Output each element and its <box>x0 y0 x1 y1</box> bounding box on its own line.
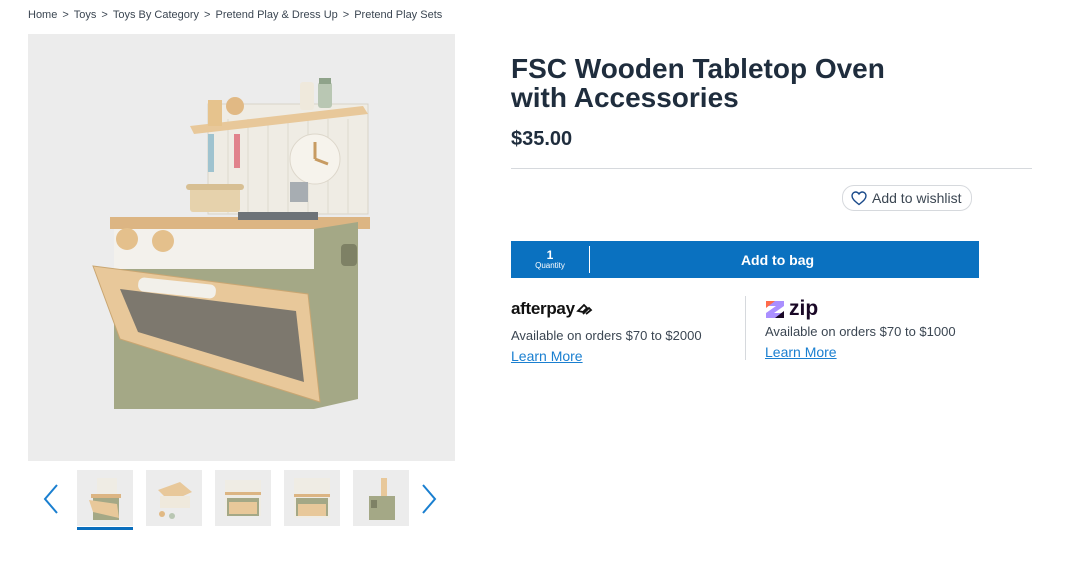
thumbnail-2[interactable] <box>146 470 202 526</box>
afterpay-arrows-icon <box>575 303 593 315</box>
quantity-value: 1 <box>546 247 554 262</box>
add-to-wishlist-button[interactable]: Add to wishlist <box>842 185 973 211</box>
afterpay-section: afterpay Available on orders $70 to $200… <box>511 296 741 366</box>
afterpay-logo: afterpay <box>511 296 741 322</box>
thumbnail-5[interactable] <box>353 470 409 526</box>
zip-logo: zip <box>765 296 995 322</box>
divider <box>511 168 1032 169</box>
zip-section: zip Available on orders $70 to $1000 Lea… <box>765 296 995 362</box>
breadcrumb-pretend-play-dress-up[interactable]: Pretend Play & Dress Up <box>215 9 337 21</box>
add-to-bag-bar: 1 Quantity Add to bag <box>511 241 979 278</box>
breadcrumb-separator: > <box>204 9 211 21</box>
zip-mark-icon <box>766 301 784 318</box>
breadcrumb-home[interactable]: Home <box>28 9 57 21</box>
toy-oven-illustration <box>92 78 370 409</box>
breadcrumb-separator: > <box>101 9 108 21</box>
active-thumbnail-indicator <box>77 527 133 530</box>
payment-divider <box>745 296 746 360</box>
add-to-bag-button[interactable]: Add to bag <box>590 241 979 278</box>
breadcrumb-toys[interactable]: Toys <box>74 9 97 21</box>
product-price: $35.00 <box>511 128 573 150</box>
quantity-selector[interactable]: 1 Quantity <box>511 241 589 278</box>
breadcrumb-separator: > <box>342 9 350 21</box>
quantity-label: Quantity <box>535 260 565 270</box>
zip-brand: zip <box>789 297 819 320</box>
thumbnail-image <box>77 470 133 526</box>
afterpay-learn-more-link[interactable]: Learn More <box>511 348 583 364</box>
zip-learn-more-link[interactable]: Learn More <box>765 344 837 360</box>
product-main-image[interactable] <box>28 34 455 461</box>
breadcrumb-separator: > <box>62 9 69 21</box>
afterpay-brand: afterpay <box>511 299 575 318</box>
breadcrumb-pretend-play-sets[interactable]: Pretend Play Sets <box>354 9 442 21</box>
breadcrumb: Home > Toys > Toys By Category > Pretend… <box>28 9 442 21</box>
breadcrumb-toys-by-category[interactable]: Toys By Category <box>113 9 199 21</box>
wishlist-label: Add to wishlist <box>872 190 962 206</box>
product-title: FSC Wooden Tabletop Oven with Accessorie… <box>511 53 885 113</box>
thumbnail-4[interactable] <box>284 470 340 526</box>
heart-icon <box>851 190 867 206</box>
thumbnail-gallery <box>28 470 455 532</box>
chevron-left-icon[interactable] <box>40 482 62 516</box>
zip-availability: Available on orders $70 to $1000 <box>765 324 956 339</box>
thumbnail-1[interactable] <box>77 470 133 532</box>
thumbnail-3[interactable] <box>215 470 271 526</box>
chevron-right-icon[interactable] <box>418 482 440 516</box>
afterpay-availability: Available on orders $70 to $2000 <box>511 328 702 343</box>
